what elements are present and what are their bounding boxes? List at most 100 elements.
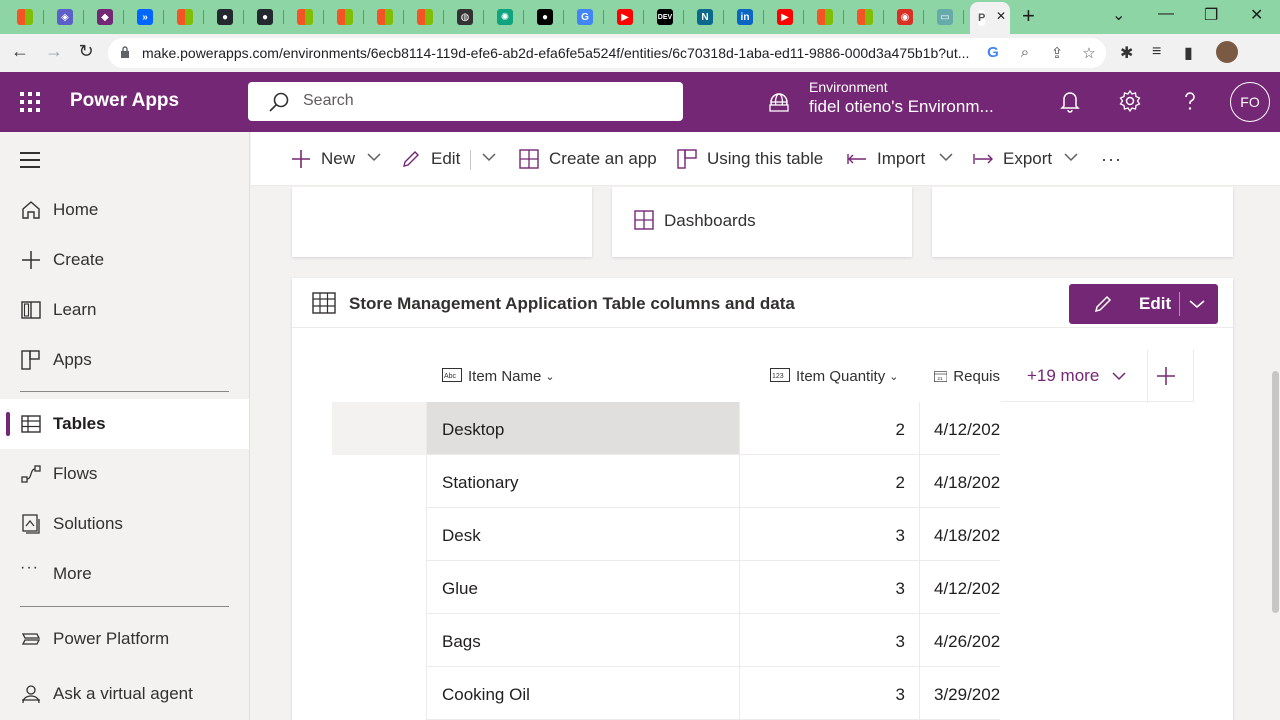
browser-tab[interactable] bbox=[806, 4, 844, 30]
requisition-date-cell[interactable]: 4/26/202 bbox=[919, 614, 1000, 667]
nav-item-create[interactable]: Create bbox=[0, 235, 249, 285]
item-name-cell[interactable]: Bags bbox=[426, 614, 739, 667]
browser-tab[interactable] bbox=[406, 4, 444, 30]
column-header-requisition-date[interactable]: 21 Requis bbox=[934, 350, 1000, 402]
zoom-icon[interactable]: ⌕ bbox=[1016, 44, 1034, 61]
close-tab-icon[interactable]: ✕ bbox=[996, 9, 1006, 23]
page-scrollbar[interactable] bbox=[1271, 187, 1280, 720]
nav-item-power-platform[interactable]: Power Platform bbox=[0, 614, 249, 664]
requisition-date-cell[interactable]: 3/29/202 bbox=[919, 667, 1000, 720]
browser-tab[interactable] bbox=[326, 4, 364, 30]
help-icon[interactable] bbox=[1178, 89, 1202, 113]
chevron-down-icon[interactable] bbox=[367, 152, 381, 162]
browser-tab[interactable]: DEV bbox=[646, 4, 684, 30]
dashboards-card[interactable]: Dashboards bbox=[612, 187, 912, 257]
item-quantity-cell[interactable]: 3 bbox=[739, 614, 919, 667]
requisition-date-cell[interactable]: 4/18/202 bbox=[919, 508, 1000, 561]
column-header-item-quantity[interactable]: 123 Item Quantity ⌄ bbox=[770, 350, 898, 402]
new-button[interactable]: New bbox=[291, 146, 355, 172]
edit-data-button[interactable]: Edit bbox=[1069, 284, 1218, 324]
chevron-down-icon[interactable] bbox=[1189, 299, 1205, 309]
browser-tab[interactable]: ▭ bbox=[926, 4, 964, 30]
browser-tab[interactable]: ● bbox=[206, 4, 244, 30]
browser-tab[interactable]: N bbox=[686, 4, 724, 30]
hamburger-menu-icon[interactable] bbox=[20, 152, 40, 173]
bookmark-star-icon[interactable]: ☆ bbox=[1080, 44, 1098, 62]
column-header-item-name[interactable]: Abc Item Name ⌄ bbox=[442, 350, 555, 402]
import-button[interactable]: Import bbox=[847, 146, 925, 172]
item-name-cell[interactable]: Desk bbox=[426, 508, 739, 561]
browser-tab[interactable] bbox=[166, 4, 204, 30]
chevron-down-icon[interactable] bbox=[1064, 152, 1078, 162]
requisition-date-cell[interactable]: 4/18/202 bbox=[919, 455, 1000, 508]
browser-tab[interactable]: ◉ bbox=[886, 4, 924, 30]
row-selector[interactable] bbox=[332, 508, 426, 561]
browser-tab[interactable] bbox=[366, 4, 404, 30]
nav-item-solutions[interactable]: Solutions bbox=[0, 499, 249, 549]
nav-item-apps[interactable]: Apps bbox=[0, 335, 249, 385]
row-selector[interactable] bbox=[332, 667, 426, 720]
scrollbar-thumb[interactable] bbox=[1272, 371, 1279, 613]
chevron-down-icon[interactable] bbox=[482, 152, 496, 162]
item-name-cell[interactable]: Glue bbox=[426, 561, 739, 614]
table-row[interactable]: Cooking Oil 3 3/29/202 bbox=[332, 667, 1000, 720]
settings-gear-icon[interactable] bbox=[1118, 89, 1142, 113]
browser-tab[interactable]: ✺ bbox=[486, 4, 524, 30]
browser-tab[interactable]: in bbox=[726, 4, 764, 30]
chevron-down-icon[interactable] bbox=[1112, 371, 1126, 381]
item-quantity-cell[interactable]: 3 bbox=[739, 561, 919, 614]
item-quantity-cell[interactable]: 3 bbox=[739, 508, 919, 561]
table-row[interactable]: Desktop 2 4/12/202 bbox=[332, 402, 1000, 455]
table-row[interactable]: Stationary 2 4/18/202 bbox=[332, 455, 1000, 508]
side-panel-icon[interactable]: ▮ bbox=[1184, 43, 1193, 63]
requisition-date-cell[interactable]: 4/12/202 bbox=[919, 561, 1000, 614]
forward-button[interactable]: → bbox=[42, 41, 66, 62]
more-columns-button[interactable]: +19 more bbox=[1027, 366, 1099, 386]
table-row[interactable]: Bags 3 4/26/202 bbox=[332, 614, 1000, 667]
table-row[interactable]: Desk 3 4/18/202 bbox=[332, 508, 1000, 561]
item-name-cell[interactable]: Stationary bbox=[426, 455, 739, 508]
browser-tab[interactable]: » bbox=[126, 4, 164, 30]
item-quantity-cell[interactable]: 2 bbox=[739, 455, 919, 508]
item-quantity-cell[interactable]: 3 bbox=[739, 667, 919, 720]
browser-tab[interactable]: ◆ bbox=[86, 4, 124, 30]
minimize-button[interactable]: — bbox=[1158, 5, 1174, 23]
nav-item-ask-virtual-agent[interactable]: Ask a virtual agent bbox=[0, 669, 249, 719]
browser-tab[interactable]: G bbox=[566, 4, 604, 30]
row-selector[interactable] bbox=[332, 561, 426, 614]
chevron-down-icon[interactable] bbox=[939, 152, 953, 162]
browser-tab[interactable]: ◍ bbox=[446, 4, 484, 30]
create-an-app-button[interactable]: Create an app bbox=[519, 146, 657, 172]
item-name-cell[interactable]: Cooking Oil bbox=[426, 667, 739, 720]
browser-tab[interactable]: ● bbox=[526, 4, 564, 30]
tab-search-icon[interactable]: ⌄ bbox=[1112, 5, 1125, 25]
browser-tab[interactable]: ▶ bbox=[606, 4, 644, 30]
edit-button[interactable]: Edit bbox=[401, 146, 460, 172]
browser-tab[interactable] bbox=[286, 4, 324, 30]
using-this-table-button[interactable]: Using this table bbox=[677, 146, 823, 172]
browser-tab[interactable] bbox=[846, 4, 884, 30]
reload-button[interactable]: ↻ bbox=[74, 41, 98, 62]
browser-tab[interactable]: ● bbox=[246, 4, 284, 30]
new-tab-button[interactable]: + bbox=[1022, 5, 1035, 27]
search-input[interactable]: Search bbox=[248, 82, 683, 121]
more-commands-button[interactable]: ··· bbox=[1101, 146, 1122, 172]
item-name-cell[interactable]: Desktop bbox=[426, 402, 739, 455]
nav-item-flows[interactable]: Flows bbox=[0, 449, 249, 499]
back-button[interactable]: ← bbox=[8, 41, 32, 62]
nav-item-more[interactable]: ··· More bbox=[0, 549, 249, 599]
item-quantity-cell[interactable]: 2 bbox=[739, 402, 919, 455]
browser-profile-avatar[interactable] bbox=[1216, 41, 1238, 63]
browser-tab[interactable]: ◈ bbox=[46, 4, 84, 30]
requisition-date-cell[interactable]: 4/12/202 bbox=[919, 402, 1000, 455]
app-launcher-icon[interactable] bbox=[20, 92, 40, 112]
active-tab[interactable]: P ✕ bbox=[970, 2, 1010, 34]
extensions-icon[interactable]: ✱ bbox=[1120, 43, 1133, 63]
google-translate-icon[interactable]: G bbox=[984, 44, 1002, 61]
nav-item-home[interactable]: Home bbox=[0, 185, 249, 235]
notifications-bell-icon[interactable] bbox=[1058, 89, 1082, 113]
share-icon[interactable]: ⇪ bbox=[1048, 44, 1066, 62]
export-button[interactable]: Export bbox=[973, 146, 1052, 172]
close-window-button[interactable]: ✕ bbox=[1250, 5, 1263, 25]
row-selector[interactable] bbox=[332, 614, 426, 667]
